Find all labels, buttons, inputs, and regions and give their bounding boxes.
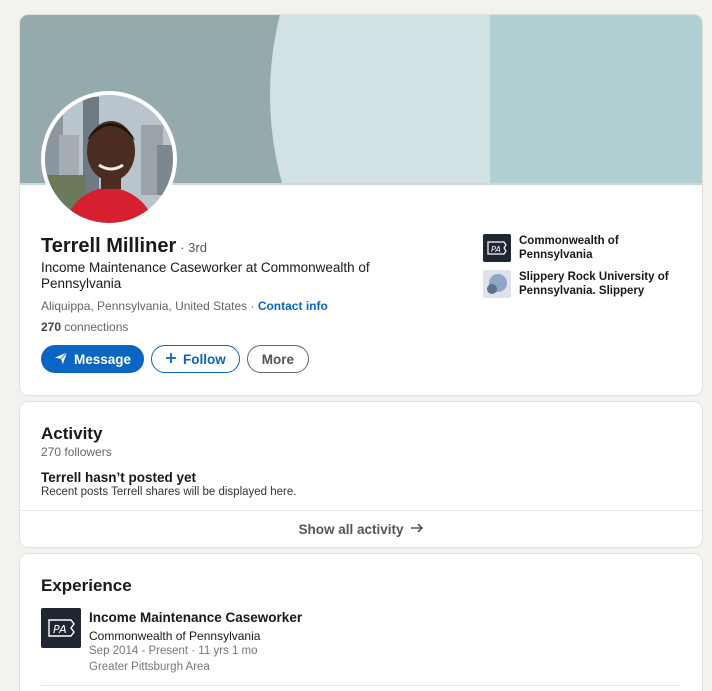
profile-headline: Income Maintenance Caseworker at Commonw… bbox=[41, 260, 370, 291]
affiliation-slippery-rock[interactable]: Slippery Rock University of Pennsylvania… bbox=[483, 270, 689, 298]
affiliation-slippery-rock-label: Slippery Rock University of Pennsylvania… bbox=[519, 271, 669, 297]
show-all-activity-label: Show all activity bbox=[298, 521, 404, 537]
experience-card: Experience PA Income Maintenance Casewor… bbox=[20, 554, 702, 691]
experience-item-dates: Sep 2014 - Present · 11 yrs 1 mo bbox=[89, 645, 258, 657]
experience-item-location: Greater Pittsburgh Area bbox=[89, 661, 210, 673]
connections-number: 270 bbox=[41, 320, 62, 334]
follow-button[interactable]: Follow bbox=[151, 345, 240, 373]
avatar[interactable] bbox=[41, 91, 177, 227]
connection-degree: · 3rd bbox=[180, 240, 207, 255]
svg-text:PA: PA bbox=[491, 245, 501, 254]
connections-label: connections bbox=[61, 320, 129, 334]
activity-card: Activity 270 followers Terrell hasn’t po… bbox=[20, 402, 702, 547]
affiliation-commonwealth-label: Commonwealth of Pennsylvania bbox=[519, 235, 619, 261]
follow-button-label: Follow bbox=[183, 351, 226, 367]
contact-info-link[interactable]: Contact info bbox=[258, 299, 328, 313]
pa-logo-icon[interactable]: PA bbox=[41, 608, 81, 648]
profile-location: Aliquippa, Pennsylvania, United States bbox=[41, 299, 248, 313]
experience-divider bbox=[41, 685, 681, 686]
more-button[interactable]: More bbox=[246, 345, 310, 373]
experience-item-company: Commonwealth of Pennsylvania bbox=[89, 629, 261, 643]
pa-logo-icon: PA bbox=[483, 234, 511, 262]
paper-plane-icon bbox=[54, 351, 68, 368]
location-row: Aliquippa, Pennsylvania, United States ·… bbox=[41, 299, 328, 313]
svg-text:PA: PA bbox=[53, 623, 67, 636]
show-all-activity-button[interactable]: Show all activity bbox=[20, 511, 702, 547]
activity-empty-subtitle: Recent posts Terrell shares will be disp… bbox=[41, 486, 297, 498]
experience-item-title[interactable]: Income Maintenance Caseworker bbox=[89, 610, 302, 625]
more-button-label: More bbox=[261, 351, 295, 367]
message-button-label: Message bbox=[74, 351, 132, 367]
location-separator: · bbox=[247, 299, 258, 313]
plus-icon bbox=[165, 352, 177, 367]
activity-title: Activity bbox=[41, 424, 103, 443]
message-button[interactable]: Message bbox=[41, 345, 145, 373]
connections-count[interactable]: 270 connections bbox=[41, 320, 128, 334]
arrow-right-icon bbox=[410, 522, 424, 537]
activity-empty-title: Terrell hasn’t posted yet bbox=[41, 470, 197, 485]
affiliation-commonwealth[interactable]: PA Commonwealth of Pennsylvania bbox=[483, 234, 689, 262]
profile-name: Terrell Milliner bbox=[41, 235, 177, 257]
followers-count: 270 followers bbox=[41, 445, 112, 459]
profile-card: Terrell Milliner · 3rd Income Maintenanc… bbox=[20, 15, 702, 395]
sru-logo-icon bbox=[483, 270, 511, 298]
experience-title: Experience bbox=[41, 576, 132, 595]
